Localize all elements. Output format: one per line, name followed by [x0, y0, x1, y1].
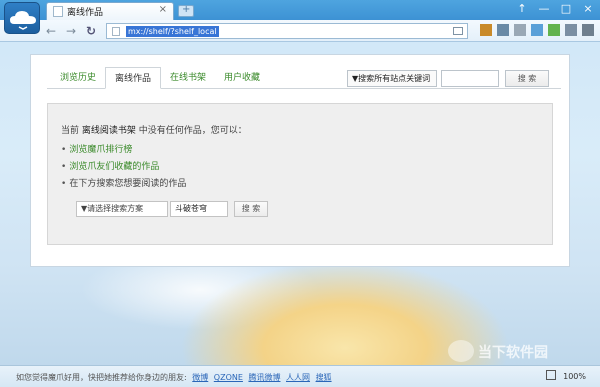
tab-offline-works[interactable]: 离线作品: [105, 67, 162, 89]
address-url[interactable]: mx://shelf/?shelf_local: [126, 26, 219, 37]
cloud-icon: [10, 11, 36, 30]
empty-message: 当前 离线阅读书架 中没有任何作品，您可以：: [61, 123, 247, 136]
grid-icon[interactable]: [497, 24, 509, 36]
status-bar: 如您觉得魔爪好用，快把她推荐给你身边的朋友: 微博 QZONE 腾讯微博 人人网…: [0, 365, 600, 387]
forward-button[interactable]: →: [64, 24, 78, 38]
message-prefix: 当前: [61, 126, 80, 136]
empty-shelf-panel: 当前 离线阅读书架 中没有任何作品，您可以： • 浏览魔爪排行榜 • 浏览爪友们收藏…: [47, 103, 553, 245]
toolbar-icons: [480, 24, 594, 36]
plus-icon: +: [182, 4, 191, 15]
zoom-level[interactable]: 100%: [563, 372, 586, 381]
window-controls: ↑ — □ ×: [516, 2, 594, 16]
tab-online-shelf[interactable]: 在线书架: [161, 67, 215, 89]
search-button[interactable]: 搜 索: [505, 70, 549, 87]
back-button[interactable]: ←: [44, 24, 58, 38]
refresh-button[interactable]: ↻: [84, 24, 98, 38]
share-weibo-link[interactable]: 微博: [192, 373, 208, 382]
app-logo[interactable]: [4, 2, 40, 34]
keyword-input[interactable]: 斗破苍穹: [170, 201, 228, 217]
new-tab-button[interactable]: +: [178, 4, 194, 17]
message-suffix: 中没有任何作品，您可以：: [138, 126, 247, 136]
settings-icon[interactable]: [582, 24, 594, 36]
toolbar: ← → ↻ mx://shelf/?shelf_local: [0, 20, 600, 42]
option-rankings[interactable]: • 浏览魔爪排行榜: [61, 142, 132, 155]
promo-text: 如您觉得魔爪好用，快把她推荐给你身边的朋友:: [16, 373, 187, 382]
address-bar[interactable]: mx://shelf/?shelf_local: [106, 23, 468, 39]
tab-favorites[interactable]: 用户收藏: [215, 67, 269, 89]
browser-tab[interactable]: 离线作品 ×: [46, 2, 174, 20]
maximize-button[interactable]: □: [560, 2, 572, 16]
content-card: 浏览历史 离线作品 在线书架 用户收藏 ▼搜索所有站点关键词 搜 索 当前 离线…: [30, 54, 570, 267]
search-input[interactable]: [441, 70, 499, 87]
option-friends-favorites[interactable]: • 浏览爪友们收藏的作品: [61, 159, 159, 172]
watermark-text: 当下软件园: [478, 345, 548, 361]
share-tencent-weibo-link[interactable]: 腾讯微博: [248, 373, 280, 382]
option-rankings-label[interactable]: 浏览魔爪排行榜: [69, 145, 132, 155]
chart-icon[interactable]: [480, 24, 492, 36]
reader-mode-icon[interactable]: [453, 27, 463, 35]
close-window-button[interactable]: ×: [582, 2, 594, 16]
option-friends-label[interactable]: 浏览爪友们收藏的作品: [69, 162, 159, 172]
message-shelf-name: 离线阅读书架: [81, 126, 136, 136]
page-icon: [53, 6, 63, 17]
option-search-label: 在下方搜索您想要阅读的作品: [69, 179, 187, 189]
close-tab-icon[interactable]: ×: [159, 4, 167, 15]
search-scope-select[interactable]: ▼搜索所有站点关键词: [347, 70, 437, 87]
share-renren-link[interactable]: 人人网: [286, 373, 310, 382]
screenshot-icon[interactable]: [548, 24, 560, 36]
pin-button[interactable]: ↑: [516, 2, 528, 16]
minimize-button[interactable]: —: [538, 2, 550, 16]
page-icon: [112, 27, 120, 36]
zoom-icon[interactable]: [546, 370, 556, 380]
notes-icon[interactable]: [514, 24, 526, 36]
cloud-sync-icon[interactable]: [565, 24, 577, 36]
share-qzone-link[interactable]: QZONE: [214, 373, 243, 382]
share-promo: 如您觉得魔爪好用，快把她推荐给你身边的朋友: 微博 QZONE 腾讯微博 人人网…: [16, 372, 332, 383]
tab-title: 离线作品: [67, 8, 104, 18]
option-search-below: • 在下方搜索您想要阅读的作品: [61, 179, 187, 189]
watermark-logo: [448, 340, 474, 362]
panel-search-button[interactable]: 搜 索: [234, 201, 268, 217]
share-sohu-link[interactable]: 搜狐: [316, 373, 332, 382]
tab-history[interactable]: 浏览历史: [51, 67, 105, 89]
search-plan-select[interactable]: ▼请选择搜索方案: [76, 201, 168, 217]
shelf-tabs: 浏览历史 离线作品 在线书架 用户收藏: [51, 67, 269, 89]
reader-icon[interactable]: [531, 24, 543, 36]
